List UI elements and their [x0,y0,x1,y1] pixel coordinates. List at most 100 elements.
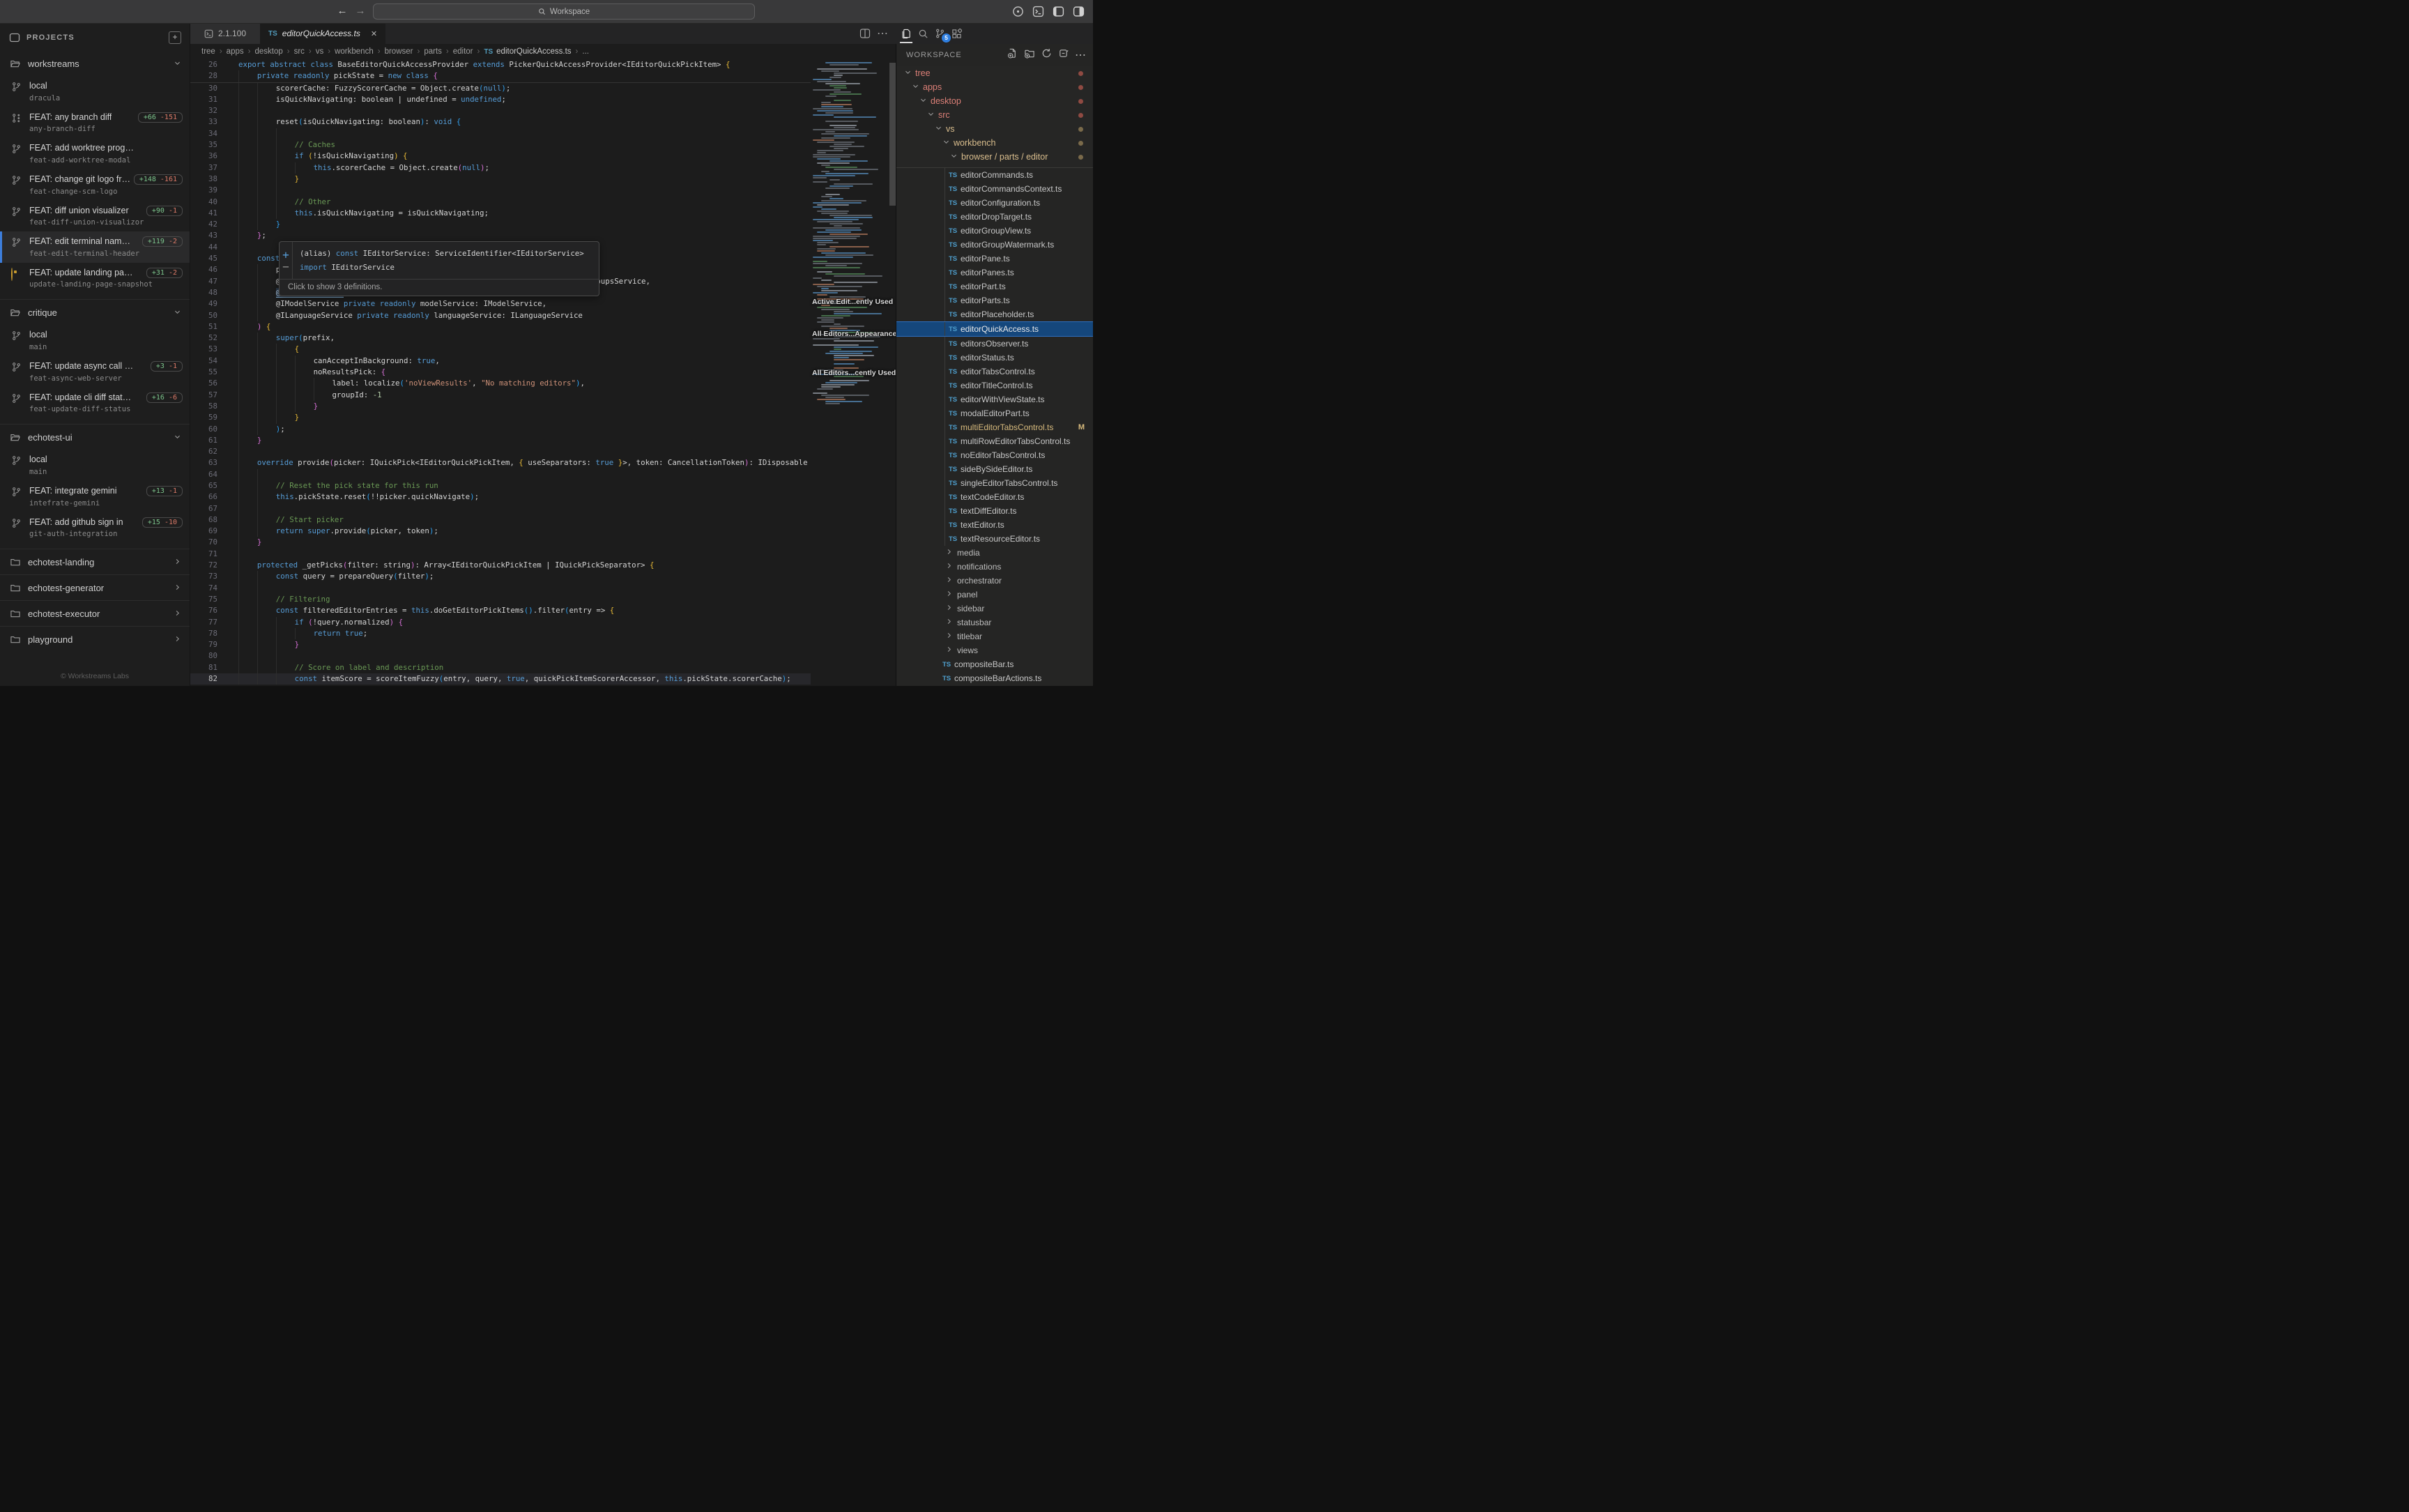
code-line[interactable]: 80 [190,650,811,662]
code-line[interactable]: 65// Reset the pick state for this run [190,480,811,491]
chevron-down-icon[interactable] [942,138,950,148]
tree-node-tree[interactable]: tree [896,66,1093,80]
close-icon[interactable]: ✕ [371,29,377,38]
code-line[interactable]: 69return super.provide(picker, token); [190,526,811,537]
code-line[interactable]: 79} [190,639,811,650]
split-editor-icon[interactable] [857,23,873,44]
workstream-item[interactable]: FEAT: update async call to aws se…feat-a… [0,356,190,388]
file-row-sideBySideEditor-ts[interactable]: TSsideBySideEditor.ts [896,462,1093,476]
code-line[interactable]: 66this.pickState.reset(!!picker.quickNav… [190,491,811,503]
code-line[interactable]: 76const filteredEditorEntries = this.doG… [190,605,811,616]
code-editor[interactable]: 26export abstract class BaseEditorQuickA… [190,59,896,686]
terminal-icon[interactable] [1032,6,1044,17]
workstream-item[interactable]: FEAT: integrate geminiintefrate-gemini+1… [0,481,190,512]
breadcrumb-item[interactable]: editor [453,47,473,56]
code-line[interactable]: 30scorerCache: FuzzyScorerCache = Object… [190,83,811,94]
code-line[interactable]: 59} [190,412,811,423]
tree-node-browser---parts---editor[interactable]: browser / parts / editor [896,150,1093,164]
folder-row-sidebar[interactable]: sidebar [896,602,1093,616]
code-line[interactable]: 41this.isQuickNavigating = isQuickNaviga… [190,208,811,219]
code-line[interactable]: 51) { [190,321,811,333]
collapse-all-icon[interactable] [1058,48,1069,62]
project-group-header-echotest-executor[interactable]: echotest-executor [0,601,190,626]
project-group-header-playground[interactable]: playground [0,627,190,652]
file-row-editorPart-ts[interactable]: TSeditorPart.ts [896,280,1093,293]
search-view-icon[interactable] [915,23,931,44]
chevron-down-icon[interactable] [912,82,919,92]
tree-node-workbench[interactable]: workbench [896,136,1093,150]
breadcrumb-item[interactable]: browser [385,47,413,56]
tree-node-vs[interactable]: vs [896,122,1093,136]
code-line[interactable]: 52super(prefix, [190,333,811,344]
code-line[interactable]: 75// Filtering [190,594,811,605]
folder-row-statusbar[interactable]: statusbar [896,616,1093,629]
chevron-down-icon[interactable] [174,307,181,318]
code-line[interactable]: 56label: localize('noViewResults', "No m… [190,378,811,389]
chevron-right-icon[interactable] [945,562,953,572]
code-line[interactable]: 58} [190,401,811,412]
project-group-header-workstreams[interactable]: workstreams [0,51,190,76]
file-row-editorStatus-ts[interactable]: TSeditorStatus.ts [896,351,1093,365]
workstream-item[interactable]: FEAT: change git logo from scmfeat-chang… [0,169,190,201]
code-line[interactable]: 54canAcceptInBackground: true, [190,356,811,367]
tooltip-footer[interactable]: Click to show 3 definitions. [280,279,599,296]
chevron-down-icon[interactable] [935,124,942,134]
chevron-down-icon[interactable] [174,432,181,443]
folder-row-panel[interactable]: panel [896,588,1093,602]
code-line[interactable]: 38} [190,174,811,185]
code-line[interactable]: 35// Caches [190,139,811,151]
chevron-right-icon[interactable] [945,590,953,600]
panel-right-icon[interactable] [1073,6,1085,17]
panel-left-icon[interactable] [1053,6,1064,17]
chevron-right-icon[interactable] [945,618,953,627]
forward-icon[interactable]: → [354,5,367,17]
file-row-editorDropTarget-ts[interactable]: TSeditorDropTarget.ts [896,210,1093,224]
code-line[interactable]: 70} [190,537,811,548]
workstream-item[interactable]: localmain [0,450,190,481]
new-file-icon[interactable] [1007,48,1018,62]
workstream-item[interactable]: localdracula [0,76,190,107]
folder-row-views[interactable]: views [896,643,1093,657]
code-line[interactable]: 40// Other [190,197,811,208]
code-line[interactable]: 37this.scorerCache = Object.create(null)… [190,162,811,174]
file-row-textCodeEditor-ts[interactable]: TStextCodeEditor.ts [896,490,1093,504]
code-line[interactable]: 36if (!isQuickNavigating) { [190,151,811,162]
project-group-header-echotest-landing[interactable]: echotest-landing [0,549,190,574]
chevron-down-icon[interactable] [919,96,927,106]
record-icon[interactable] [1012,6,1024,17]
file-row-editorGroupView-ts[interactable]: TSeditorGroupView.ts [896,224,1093,238]
extensions-icon[interactable] [948,23,965,44]
code-line[interactable]: 72protected _getPicks(filter: string): A… [190,560,811,571]
file-row-editorCommandsContext-ts[interactable]: TSeditorCommandsContext.ts [896,182,1093,196]
code-line[interactable]: 28private readonly pickState = new class… [190,70,811,82]
chevron-right-icon[interactable] [945,576,953,586]
code-line[interactable]: 62 [190,446,811,457]
new-folder-icon[interactable] [1024,48,1035,62]
scrollbar-thumb[interactable] [889,63,896,206]
tab-editorquickaccess[interactable]: TS editorQuickAccess.ts ✕ [260,23,385,44]
code-line[interactable]: 82const itemScore = scoreItemFuzzy(entry… [190,673,811,685]
code-line[interactable]: 43}; [190,230,811,241]
tree-node-apps[interactable]: apps [896,80,1093,94]
folder-row-orchestrator[interactable]: orchestrator [896,574,1093,588]
file-row-multiEditorTabsControl-ts[interactable]: TSmultiEditorTabsControl.tsM [896,420,1093,434]
files-view-icon[interactable] [898,23,915,44]
code-line[interactable]: 81// Score on label and description [190,662,811,673]
code-line[interactable]: 60); [190,424,811,435]
chevron-right-icon[interactable] [174,557,181,567]
file-row-compositeBar-ts[interactable]: TScompositeBar.ts [896,657,1093,671]
file-row-editorPlaceholder-ts[interactable]: TSeditorPlaceholder.ts [896,307,1093,321]
chevron-right-icon[interactable] [945,548,953,558]
breadcrumb-item[interactable]: desktop [254,47,282,56]
workstream-item[interactable]: FEAT: any branch diffany-branch-diff+66-… [0,107,190,139]
more-actions-icon[interactable]: ⋯ [874,23,891,44]
file-row-modalEditorPart-ts[interactable]: TSmodalEditorPart.ts [896,406,1093,420]
project-group-header-echotest-generator[interactable]: echotest-generator [0,575,190,600]
code-line[interactable]: 78return true; [190,628,811,639]
code-line[interactable]: 74 [190,583,811,594]
chevron-right-icon[interactable] [174,583,181,593]
file-row-singleEditorTabsControl-ts[interactable]: TSsingleEditorTabsControl.ts [896,476,1093,490]
file-row-compositeBarActions-ts[interactable]: TScompositeBarActions.ts [896,671,1093,685]
breadcrumb[interactable]: tree›apps›desktop›src›vs›workbench›brows… [190,44,908,59]
folder-row-titlebar[interactable]: titlebar [896,629,1093,643]
